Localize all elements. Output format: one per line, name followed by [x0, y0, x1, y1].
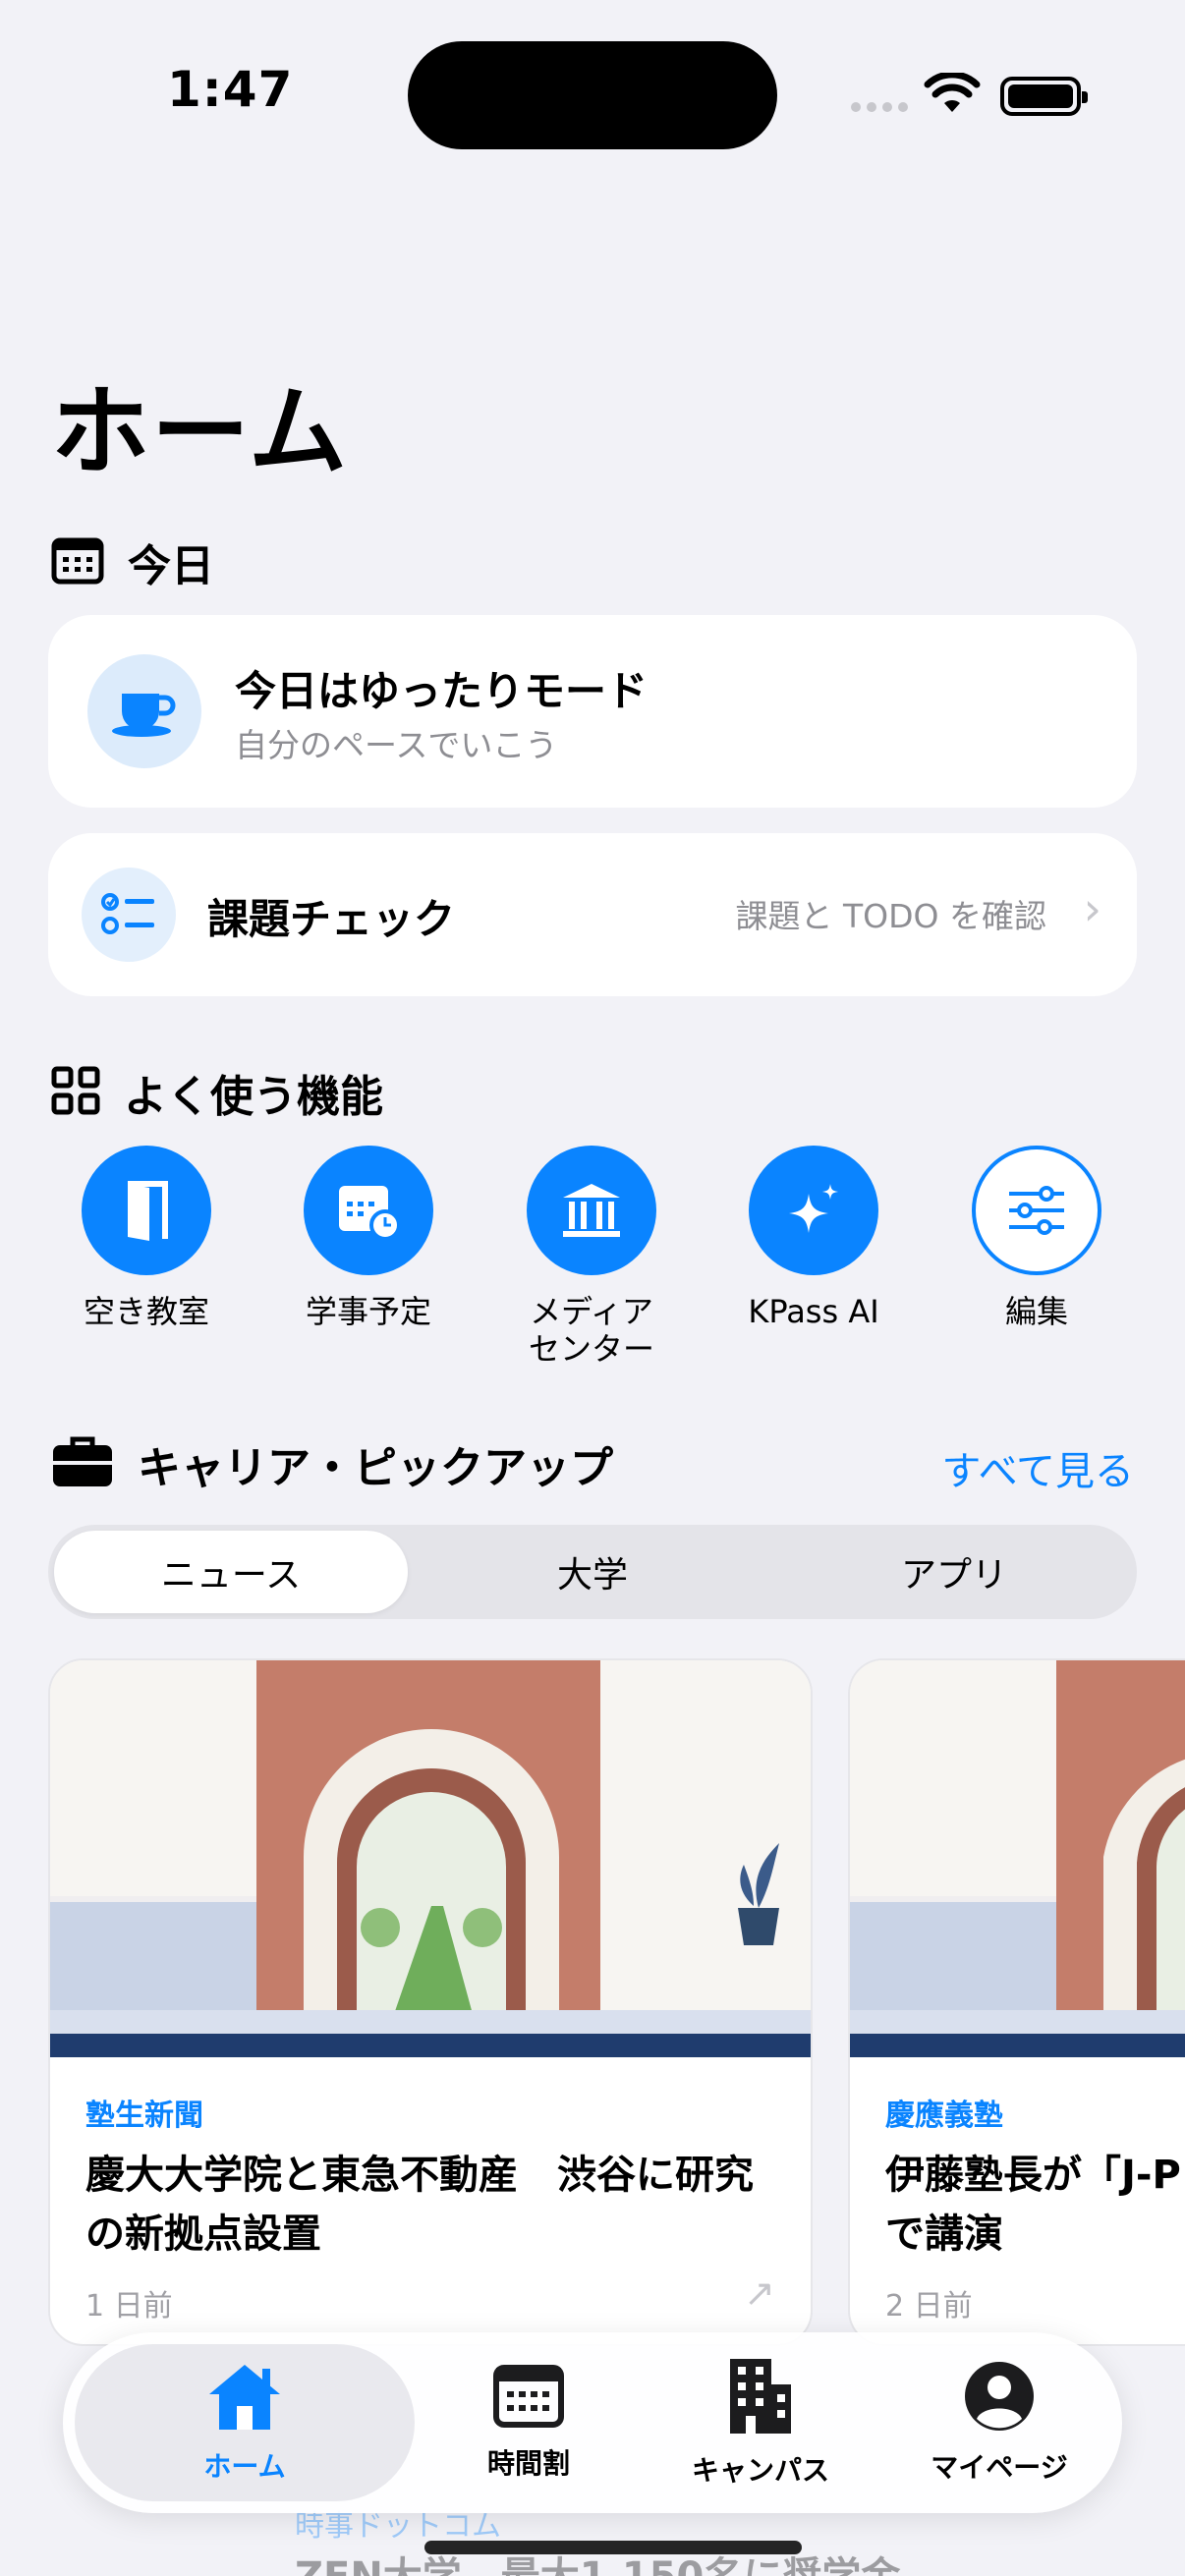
career-heading: キャリア・ピックアップ: [138, 1443, 613, 1493]
tab-home[interactable]: ホーム: [75, 2344, 415, 2501]
checklist-icon: [82, 868, 176, 962]
feature-label: メディア センター: [528, 1293, 654, 1368]
feature-academic-calendar[interactable]: 学事予定: [295, 1146, 442, 1330]
door-icon: [82, 1146, 211, 1275]
tab-news[interactable]: ニュース: [54, 1531, 408, 1613]
feature-label: 編集: [1004, 1293, 1068, 1330]
feature-label: KPass AI: [748, 1293, 879, 1330]
person-circle-icon: [963, 2360, 1036, 2436]
house-icon: [205, 2361, 284, 2436]
news-card[interactable]: 塾生新聞 慶大大学院と東急不動産 渋谷に研究の新拠点設置 1 日前 ↗: [48, 1658, 813, 2346]
sparkles-icon: [749, 1146, 878, 1275]
tab-university[interactable]: 大学: [416, 1531, 769, 1613]
building-icon: [726, 2357, 795, 2439]
mode-title: 今日はゆったりモード: [235, 667, 649, 715]
task-hint: 課題と TODO を確認: [735, 897, 1047, 935]
calendar-grid-icon: [493, 2364, 564, 2433]
campus-gate-image: [850, 1660, 1185, 2057]
article-title: 伊藤塾長が「J-P で講演: [885, 2146, 1185, 2264]
relax-mode-card[interactable]: 今日はゆったりモード 自分のペースでいこう: [48, 615, 1137, 808]
career-section-header: キャリア・ピックアップ: [51, 1432, 613, 1495]
features-section-header: よく使う機能: [51, 1061, 383, 1124]
briefcase-icon: [51, 1435, 114, 1492]
news-card[interactable]: 慶應義塾 伊藤塾長が「J-P で講演 2 日前: [848, 1658, 1185, 2346]
features-heading: よく使う機能: [124, 1072, 383, 1122]
tab-mypage[interactable]: マイページ: [888, 2332, 1110, 2513]
article-title-line2: で講演: [885, 2212, 1003, 2257]
tab-label: マイページ: [931, 2451, 1068, 2484]
wifi-icon: [924, 71, 981, 120]
today-section-header: 今日: [51, 531, 214, 593]
tab-campus[interactable]: キャンパス: [643, 2332, 878, 2513]
chevron-right-icon: ›: [1083, 882, 1101, 935]
library-icon: [527, 1146, 656, 1275]
mode-subtitle: 自分のペースでいこう: [235, 726, 558, 764]
career-segmented-control: ニュース 大学 アプリ: [48, 1525, 1137, 1619]
tab-apps[interactable]: アプリ: [777, 1531, 1131, 1613]
feature-edit[interactable]: 編集: [963, 1146, 1110, 1330]
article-title-line1: 伊藤塾長が「J-P: [885, 2153, 1181, 2198]
calendar-clock-icon: [304, 1146, 433, 1275]
sliders-icon: [972, 1146, 1101, 1275]
campus-gate-image: [50, 1660, 811, 2057]
page-title: ホーム: [51, 374, 349, 489]
dynamic-island: [408, 41, 777, 149]
grid-icon: [51, 1066, 100, 1119]
cellular-signal-icon: [851, 102, 908, 112]
home-indicator[interactable]: [424, 2541, 802, 2554]
feature-label: 学事予定: [305, 1293, 431, 1330]
today-heading: 今日: [128, 541, 214, 591]
task-check-card[interactable]: 課題チェック 課題と TODO を確認 ›: [48, 833, 1137, 996]
see-all-link[interactable]: すべて見る: [941, 1439, 1134, 1496]
article-source: 塾生新聞: [85, 2099, 203, 2133]
battery-icon: [1000, 77, 1088, 116]
feature-media-center[interactable]: メディア センター: [518, 1146, 665, 1368]
tab-timetable[interactable]: 時間割: [426, 2332, 631, 2513]
tab-label: ホーム: [203, 2450, 286, 2483]
article-source: 慶應義塾: [885, 2099, 1003, 2133]
feature-kpass-ai[interactable]: KPass AI: [740, 1146, 887, 1330]
tab-label: キャンパス: [691, 2454, 829, 2487]
coffee-cup-icon: [87, 654, 201, 768]
article-time: 1 日前: [85, 2289, 173, 2324]
article-title: 慶大大学院と東急不動産 渋谷に研究の新拠点設置: [85, 2153, 754, 2257]
calendar-icon: [51, 535, 104, 588]
tab-label: 時間割: [486, 2447, 570, 2480]
task-title: 課題チェック: [207, 895, 456, 943]
status-time: 1:47: [167, 61, 294, 118]
feature-empty-classroom[interactable]: 空き教室: [73, 1146, 220, 1330]
arrow-up-right-icon: ↗: [744, 2271, 775, 2315]
tab-bar: ホーム 時間割 キャンパス マイページ: [63, 2332, 1122, 2513]
article-time: 2 日前: [885, 2289, 973, 2324]
feature-label: 空き教室: [83, 1293, 209, 1330]
